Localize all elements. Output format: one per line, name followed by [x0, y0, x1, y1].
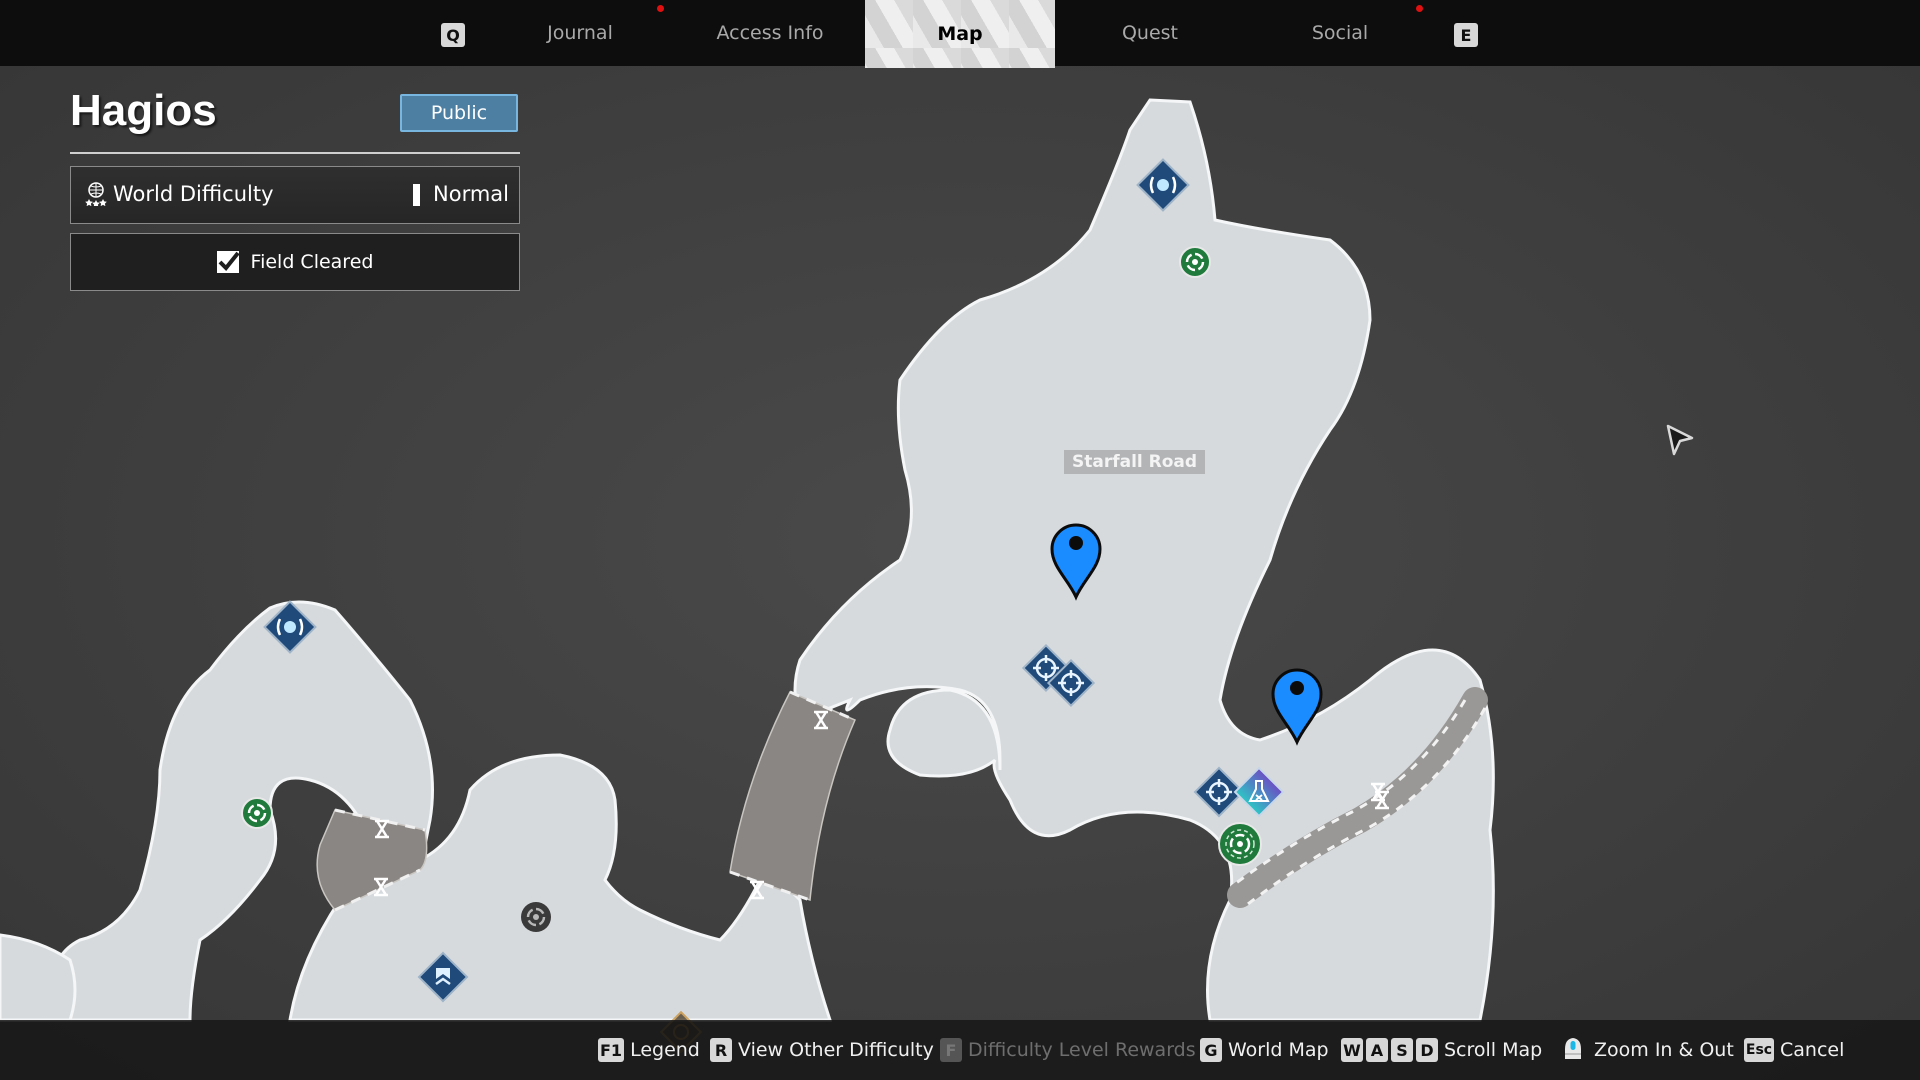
key-g: G [1200, 1038, 1222, 1062]
objective-green-icon[interactable] [241, 797, 273, 829]
map-canvas[interactable] [0, 0, 1920, 1080]
top-navigation-bar: Q Journal Access Info Map Quest Social E [0, 0, 1920, 68]
key-a: A [1366, 1038, 1388, 1062]
key-s: S [1391, 1038, 1413, 1062]
hint-label: View Other Difficulty [738, 1039, 934, 1061]
tab-map[interactable]: Map [865, 0, 1055, 68]
field-status-row: Field Cleared [70, 233, 520, 291]
hint-label: Difficulty Level Rewards [968, 1039, 1196, 1061]
hint-scroll-map[interactable]: W A S D Scroll Map [1341, 1036, 1542, 1064]
field-cleared-label: Field Cleared [250, 251, 374, 273]
key-w: W [1341, 1038, 1363, 1062]
hint-label: Legend [630, 1039, 700, 1061]
tab-access-info[interactable]: Access Info [700, 0, 840, 66]
region-title: Hagios [70, 86, 217, 135]
controls-hint-bar: F1 Legend R View Other Difficulty F Diff… [0, 1020, 1920, 1080]
tab-social[interactable]: Social [1280, 0, 1400, 66]
notification-dot [657, 5, 664, 12]
hint-zoom[interactable]: Zoom In & Out [1562, 1036, 1734, 1064]
key-f: F [940, 1038, 962, 1062]
hint-label: Zoom In & Out [1594, 1039, 1734, 1061]
key-r: R [710, 1038, 732, 1062]
hint-label: Scroll Map [1444, 1039, 1543, 1061]
tab-quest[interactable]: Quest [1090, 0, 1210, 66]
tab-journal[interactable]: Journal [520, 0, 640, 66]
area-label-starfall-road: Starfall Road [1064, 450, 1206, 474]
hint-view-other-difficulty[interactable]: R View Other Difficulty [710, 1036, 934, 1064]
world-difficulty-row[interactable]: World Difficulty Normal [70, 166, 520, 224]
difficulty-level-bar [413, 184, 420, 206]
checkbox-checked-icon [216, 251, 239, 273]
objective-green-icon[interactable] [1218, 822, 1262, 866]
hint-legend[interactable]: F1 Legend [598, 1036, 700, 1064]
key-f1: F1 [598, 1038, 625, 1062]
objective-inactive-icon[interactable] [521, 902, 551, 932]
panel-divider [70, 152, 520, 154]
key-d: D [1416, 1038, 1438, 1062]
globe-stars-icon [85, 182, 107, 206]
world-difficulty-label: World Difficulty [113, 182, 274, 206]
world-difficulty-value: Normal [433, 182, 509, 206]
prev-tab-key[interactable]: Q [441, 23, 465, 47]
hint-label: Cancel [1780, 1039, 1845, 1061]
hint-label: World Map [1228, 1039, 1329, 1061]
next-tab-key[interactable]: E [1454, 23, 1478, 47]
mouse-cursor-icon [1666, 424, 1694, 456]
hint-difficulty-level-rewards[interactable]: F Difficulty Level Rewards [940, 1036, 1196, 1064]
mouse-wheel-icon [1565, 1038, 1581, 1059]
key-esc: Esc [1744, 1038, 1774, 1062]
hint-cancel[interactable]: Esc Cancel [1744, 1036, 1844, 1064]
notification-dot [1416, 5, 1423, 12]
objective-green-icon[interactable] [1179, 246, 1211, 278]
visibility-public-button[interactable]: Public [400, 94, 518, 132]
hint-world-map[interactable]: G World Map [1200, 1036, 1329, 1064]
